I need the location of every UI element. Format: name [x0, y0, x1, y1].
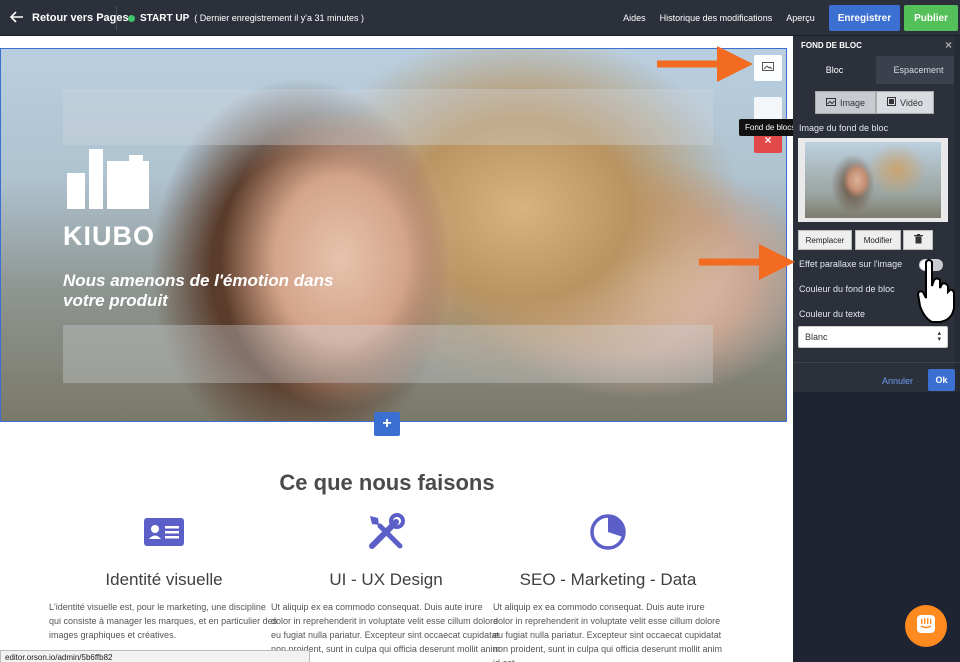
block-background-panel: FOND DE BLOC × Bloc Espacement Image Vid… [793, 36, 960, 392]
service-title[interactable]: SEO - Marketing - Data [493, 570, 723, 590]
top-bar: Retour vers Pages START UP ( Dernier enr… [0, 0, 960, 36]
panel-footer: Annuler Ok [793, 362, 960, 392]
ok-button[interactable]: Ok [928, 369, 955, 391]
add-block-button[interactable]: + [374, 412, 400, 436]
block-background-button[interactable] [754, 55, 782, 81]
service-text[interactable]: Ut aliquip ex ea commodo consequat. Duis… [493, 600, 723, 662]
back-to-pages-link[interactable]: Retour vers Pages [9, 0, 129, 36]
placeholder-band [63, 89, 713, 145]
delete-image-button[interactable] [903, 230, 933, 250]
background-image-preview[interactable] [798, 138, 948, 222]
panel-scrollbar[interactable] [954, 36, 960, 392]
film-icon [887, 97, 897, 108]
placeholder-band [63, 325, 713, 383]
back-label: Retour vers Pages [32, 12, 129, 24]
save-status: START UP ( Dernier enregistrement il y'a… [128, 0, 364, 36]
bg-color-label: Couleur du fond de bloc [799, 284, 895, 294]
media-type-toggle: Image Vidéo [815, 91, 934, 114]
panel-tabs: Bloc Espacement [793, 56, 960, 84]
preview-link[interactable]: Aperçu [786, 13, 815, 23]
arrow-left-icon [9, 10, 24, 26]
chat-icon [916, 614, 936, 639]
image-label: Image du fond de bloc [799, 123, 889, 133]
service-text[interactable]: L'identité visuelle est, pour le marketi… [49, 600, 279, 642]
publish-button[interactable]: Publier [904, 5, 958, 31]
cancel-button[interactable]: Annuler [882, 376, 913, 386]
tab-bloc[interactable]: Bloc [793, 56, 877, 84]
media-image-option[interactable]: Image [815, 91, 877, 114]
close-icon[interactable]: × [945, 38, 952, 52]
trash-icon [913, 234, 923, 246]
select-arrows-icon: ▴ ▾ [937, 330, 941, 343]
help-link[interactable]: Aides [623, 13, 646, 23]
status-url: editor.orson.io/admin/5b6ffb82 [0, 650, 310, 662]
service-column: Identité visuelle L'identité visuelle es… [49, 510, 279, 642]
panel-header: FOND DE BLOC × [793, 36, 960, 54]
image-icon [762, 62, 774, 74]
service-column: SEO - Marketing - Data Ut aliquip ex ea … [493, 510, 723, 662]
media-image-label: Image [840, 97, 866, 108]
page-canvas: KIUBO Nous amenons de l'émotion dans vot… [0, 36, 793, 662]
history-link[interactable]: Historique des modifications [660, 13, 773, 23]
service-column: UI - UX Design Ut aliquip ex ea commodo … [271, 510, 501, 662]
text-color-value: Blanc [805, 332, 828, 342]
text-color-label: Couleur du texte [799, 309, 866, 319]
replace-button[interactable]: Remplacer [798, 230, 852, 250]
save-button[interactable]: Enregistrer [828, 5, 901, 31]
service-title[interactable]: Identité visuelle [49, 570, 279, 590]
status-dot [128, 14, 135, 22]
chat-launcher-button[interactable] [905, 605, 947, 647]
last-saved-text: ( Dernier enregistrement il y'a 31 minut… [194, 13, 365, 23]
hero-block[interactable]: KIUBO Nous amenons de l'émotion dans vot… [0, 48, 787, 422]
logo-text: KIUBO [63, 221, 155, 251]
id-card-icon [49, 510, 279, 554]
media-video-label: Vidéo [900, 97, 923, 108]
panel-title: FOND DE BLOC [801, 40, 862, 50]
hero-tagline[interactable]: Nous amenons de l'émotion dans votre pro… [63, 271, 363, 311]
parallax-label: Effet parallaxe sur l'image [799, 259, 903, 269]
top-actions: Aides Historique des modifications Aperç… [623, 0, 960, 36]
service-title[interactable]: UI - UX Design [271, 570, 501, 590]
image-icon [826, 97, 836, 108]
section-title[interactable]: Ce que nous faisons [0, 470, 774, 496]
tooltip: Fond de blocs [739, 119, 793, 136]
tools-icon [271, 510, 501, 554]
edit-button[interactable]: Modifier [855, 230, 901, 250]
pie-chart-icon [493, 510, 723, 554]
parallax-toggle[interactable] [919, 259, 943, 271]
tab-espacement[interactable]: Espacement [877, 56, 960, 84]
site-name: START UP [140, 12, 190, 24]
media-video-option[interactable]: Vidéo [876, 91, 934, 114]
divider [116, 6, 117, 30]
text-color-select[interactable]: Blanc ▴ ▾ [798, 326, 948, 348]
